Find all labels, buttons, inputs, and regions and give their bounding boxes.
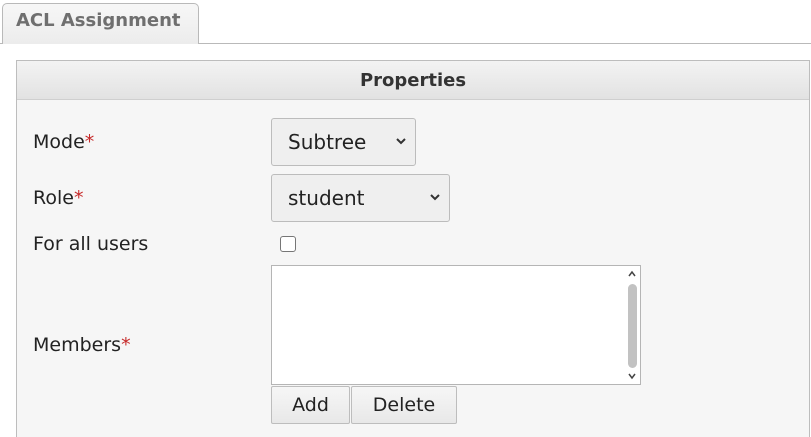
required-marker: *: [84, 131, 95, 153]
mode-label-text: Mode: [33, 131, 85, 153]
properties-panel: Properties Mode* Subtree Role* student F…: [16, 60, 810, 437]
members-label: Members*: [33, 334, 131, 356]
for-all-users-label: For all users: [33, 233, 149, 255]
mode-select-value: Subtree: [288, 130, 367, 154]
mode-label: Mode*: [33, 131, 94, 153]
scroll-up-icon[interactable]: [626, 268, 638, 280]
delete-button[interactable]: Delete: [351, 386, 457, 424]
tab-label: ACL Assignment: [16, 10, 181, 31]
members-scrollbar[interactable]: [624, 266, 640, 384]
add-button[interactable]: Add: [271, 386, 350, 424]
for-all-users-checkbox[interactable]: [280, 236, 296, 252]
role-select-value: student: [288, 186, 365, 210]
mode-select[interactable]: Subtree: [271, 118, 416, 166]
tab-acl-assignment[interactable]: ACL Assignment: [2, 3, 199, 44]
chevron-down-icon: [430, 194, 440, 201]
scroll-thumb[interactable]: [628, 284, 637, 368]
required-marker: *: [73, 187, 84, 209]
panel-title: Properties: [359, 70, 467, 91]
role-select[interactable]: student: [271, 174, 450, 222]
role-label: Role*: [33, 187, 83, 209]
chevron-down-icon: [396, 138, 406, 145]
role-label-text: Role: [33, 187, 74, 209]
scroll-down-icon[interactable]: [626, 370, 638, 382]
members-label-text: Members: [33, 334, 122, 356]
members-listbox[interactable]: [271, 265, 641, 385]
acl-assignment-page: ACL Assignment Properties Mode* Subtree …: [0, 0, 811, 437]
required-marker: *: [121, 334, 131, 356]
panel-header: Properties: [17, 61, 809, 100]
